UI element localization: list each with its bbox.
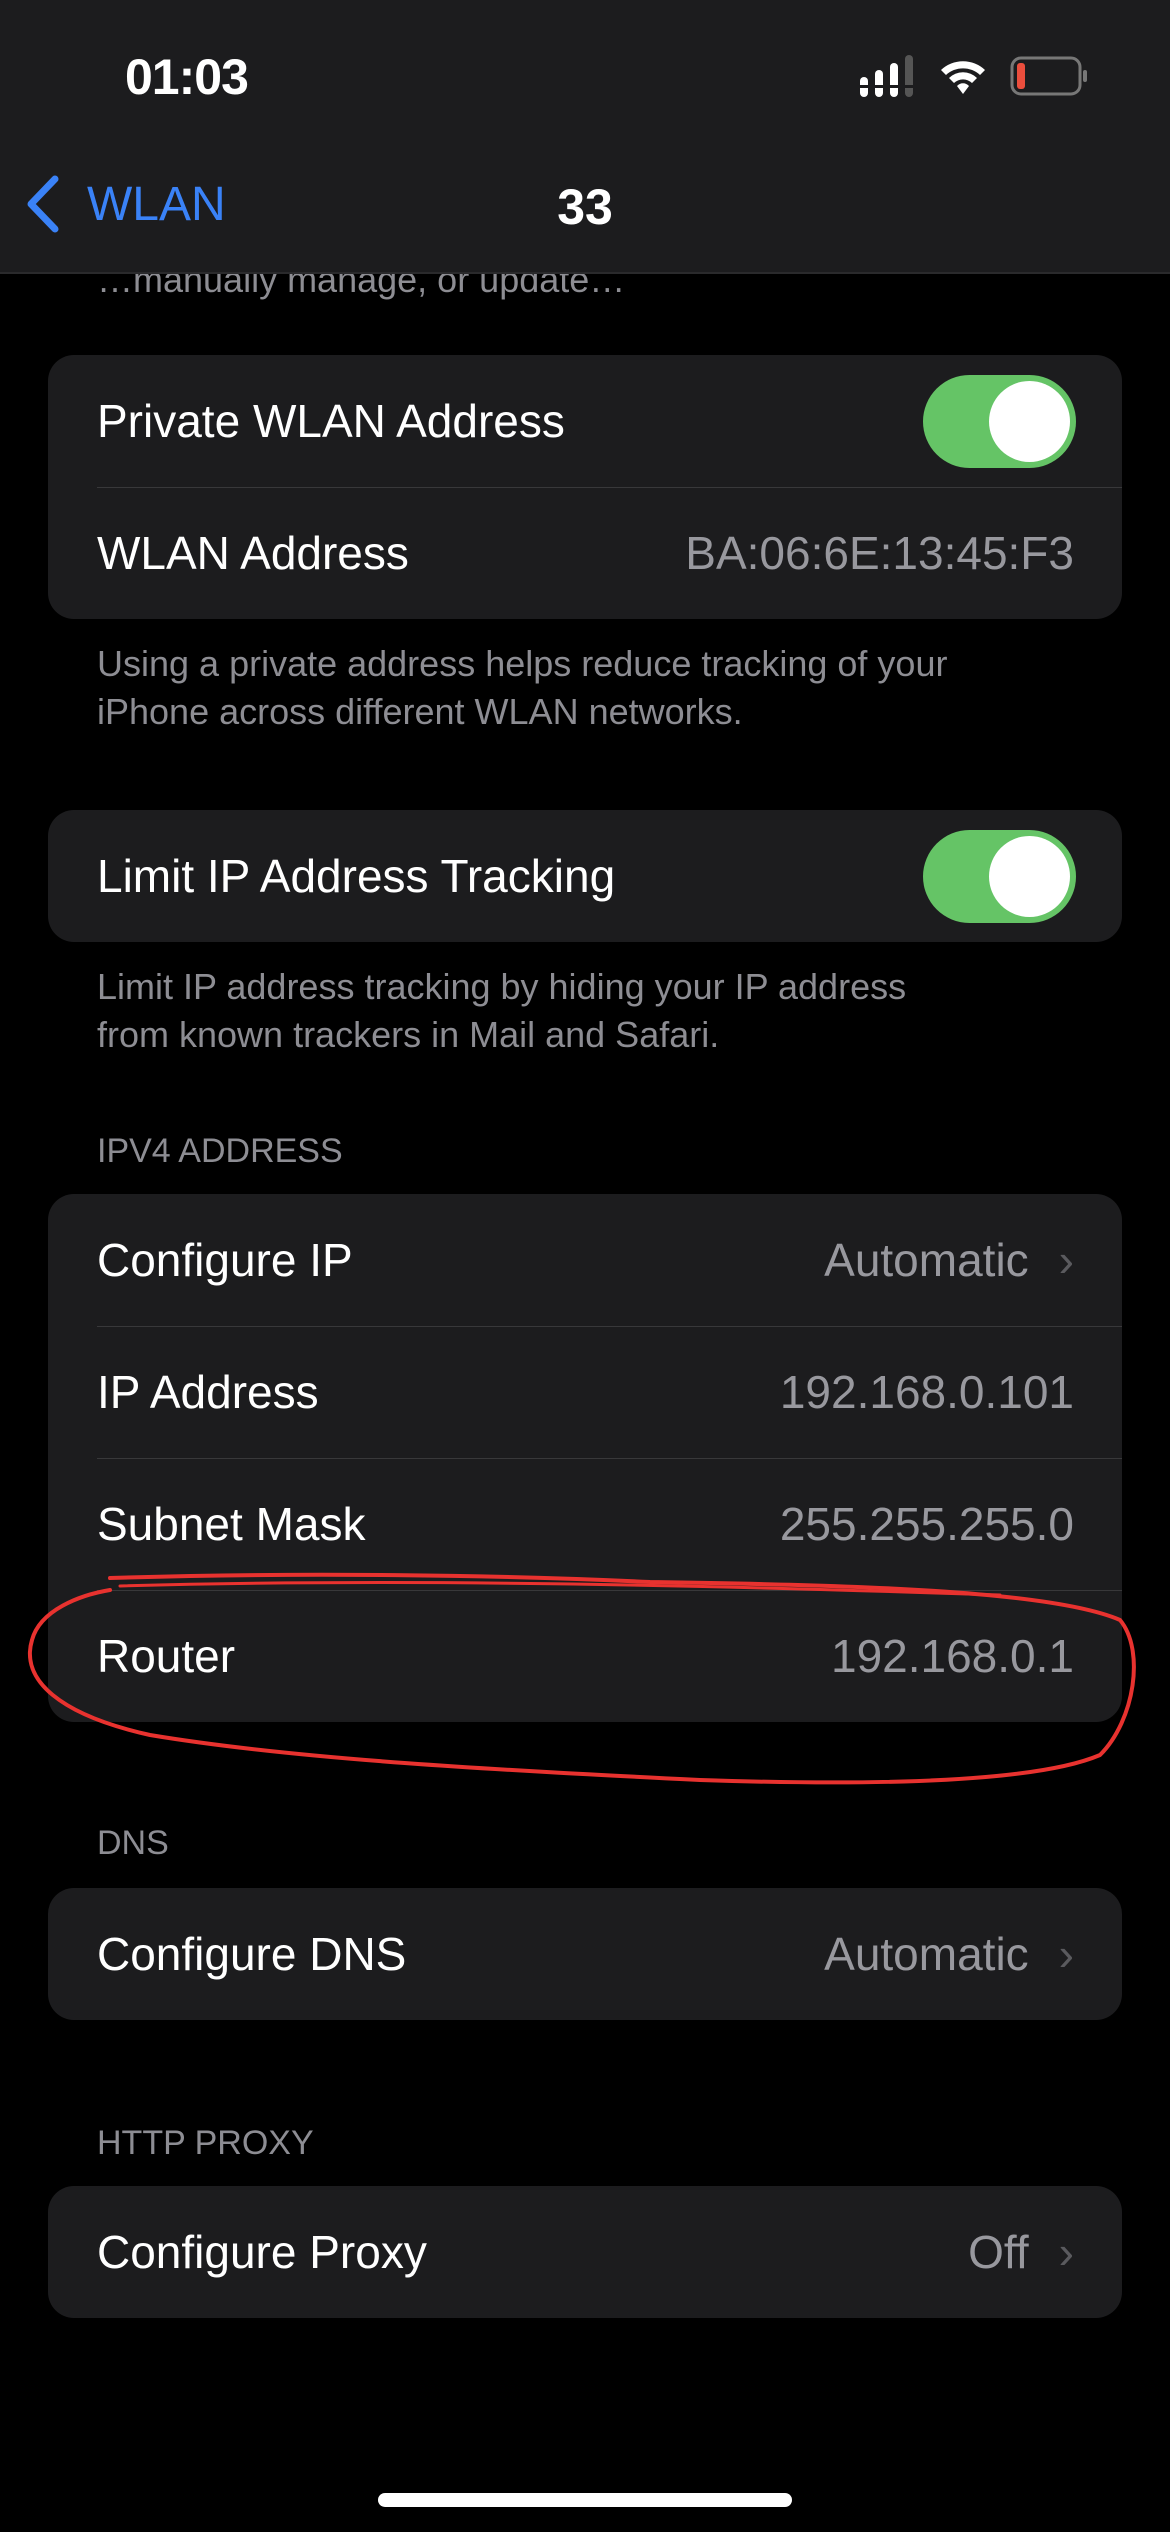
row-label: Configure IP bbox=[97, 1234, 353, 1286]
tracking-footer: Limit IP address tracking by hiding your… bbox=[97, 963, 1097, 1059]
footer-line: from known trackers in Mail and Safari. bbox=[97, 1014, 720, 1055]
configure-proxy-value: Off bbox=[968, 2226, 1029, 2278]
row-label: Router bbox=[97, 1630, 236, 1682]
row-label: Configure DNS bbox=[97, 1928, 407, 1980]
section-header-dns: DNS bbox=[97, 1824, 169, 1862]
status-time: 01:03 bbox=[125, 49, 249, 105]
section-header-http-proxy: HTTP PROXY bbox=[97, 2124, 314, 2162]
configure-dns-row[interactable]: Configure DNS Automatic › bbox=[48, 1888, 1122, 2020]
row-label: Configure Proxy bbox=[97, 2226, 427, 2278]
configure-dns-value: Automatic bbox=[824, 1928, 1029, 1980]
chevron-right-icon: › bbox=[1058, 1234, 1074, 1286]
router-row: Router 192.168.0.1 bbox=[48, 1590, 1122, 1722]
private-address-footer: Using a private address helps reduce tra… bbox=[97, 640, 1097, 736]
proxy-group: Configure Proxy Off › bbox=[48, 2186, 1122, 2318]
private-wlan-address-toggle[interactable] bbox=[923, 374, 1076, 468]
status-icons bbox=[860, 55, 1090, 97]
ipv4-group: Configure IP Automatic › IP Address 192.1… bbox=[48, 1194, 1122, 1722]
row-label: Subnet Mask bbox=[97, 1498, 366, 1550]
configure-proxy-row[interactable]: Configure Proxy Off › bbox=[48, 2186, 1122, 2318]
configure-ip-value: Automatic bbox=[824, 1234, 1029, 1286]
chevron-right-icon: › bbox=[1058, 2226, 1074, 2278]
subnet-mask-row: Subnet Mask 255.255.255.0 bbox=[48, 1458, 1122, 1590]
row-label: IP Address bbox=[97, 1366, 319, 1418]
wlan-address-value: BA:06:6E:13:45:F3 bbox=[685, 527, 1074, 579]
navigation-header: 01:03 WLAN 33 bbox=[0, 0, 1170, 274]
limit-ip-tracking-row: Limit IP Address Tracking bbox=[48, 810, 1122, 942]
wlan-address-row: WLAN Address BA:06:6E:13:45:F3 bbox=[48, 487, 1122, 619]
battery-low-icon bbox=[1010, 56, 1087, 96]
page-title: 33 bbox=[557, 179, 613, 235]
private-address-group: Private WLAN Address WLAN Address BA:06:… bbox=[48, 355, 1122, 619]
tracking-group: Limit IP Address Tracking bbox=[48, 810, 1122, 942]
cellular-signal-icon bbox=[860, 55, 913, 97]
ip-address-value: 192.168.0.101 bbox=[779, 1366, 1074, 1418]
ip-address-row: IP Address 192.168.0.101 bbox=[48, 1326, 1122, 1458]
chevron-right-icon: › bbox=[1058, 1928, 1074, 1980]
wifi-icon bbox=[941, 61, 985, 94]
router-value: 192.168.0.1 bbox=[830, 1630, 1074, 1682]
limit-ip-tracking-toggle[interactable] bbox=[923, 829, 1076, 923]
configure-ip-row[interactable]: Configure IP Automatic › bbox=[48, 1194, 1122, 1326]
footer-line: Limit IP address tracking by hiding your… bbox=[97, 966, 907, 1007]
footer-line: iPhone across different WLAN networks. bbox=[97, 691, 743, 732]
row-label: WLAN Address bbox=[97, 527, 409, 579]
footer-line: Using a private address helps reduce tra… bbox=[97, 643, 948, 684]
private-wlan-address-row: Private WLAN Address bbox=[48, 355, 1122, 487]
section-header-ipv4: IPV4 ADDRESS bbox=[97, 1132, 343, 1170]
home-indicator[interactable] bbox=[378, 2493, 792, 2507]
dns-group: Configure DNS Automatic › bbox=[48, 1888, 1122, 2020]
subnet-mask-value: 255.255.255.0 bbox=[779, 1498, 1074, 1550]
row-label: Private WLAN Address bbox=[97, 395, 565, 447]
row-label: Limit IP Address Tracking bbox=[97, 850, 616, 902]
